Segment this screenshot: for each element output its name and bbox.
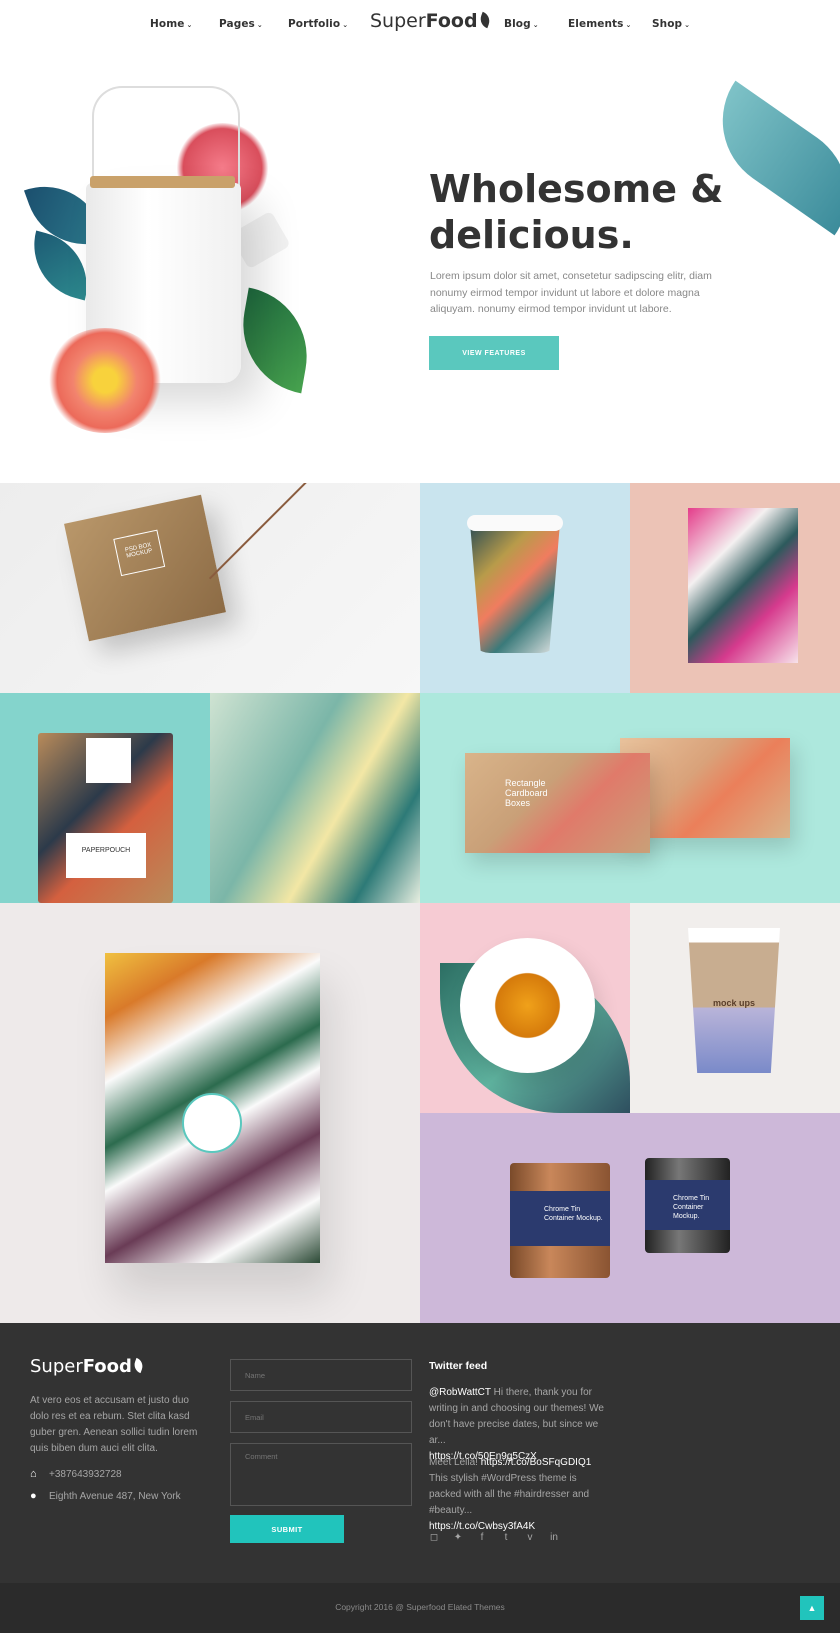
nav-item-portfolio[interactable]: Portfolio ⌄: [288, 18, 348, 30]
box-label: PSD BOX MOCKUP: [113, 529, 166, 577]
big-pouch-image: [105, 953, 320, 1263]
nav-item-elements[interactable]: Elements ⌄: [568, 18, 631, 30]
chevron-down-icon: ⌄: [625, 21, 632, 29]
pouch-label: PAPERPOUCH: [66, 833, 146, 878]
submit-button[interactable]: SUBMIT: [230, 1515, 344, 1543]
portfolio-gallery: PSD BOX MOCKUP PAPERPOUCH Rectangle Card…: [0, 483, 840, 1452]
comment-textarea[interactable]: [230, 1443, 412, 1506]
footer-bottom-bar: Copyright 2016 @ Superfood Elated Themes…: [0, 1583, 840, 1633]
nav-item-label: Pages: [219, 18, 255, 30]
tweet-item: Meet Lella! https://t.co/BoSFqGDIQ1 This…: [429, 1455, 609, 1535]
gallery-item-cup[interactable]: [420, 483, 630, 693]
nav-item-label: Portfolio: [288, 18, 341, 30]
cup-image: [470, 523, 560, 653]
tweet-link[interactable]: https://t.co/Cwbsy3fA4K: [429, 1521, 535, 1532]
tweet-link[interactable]: https://t.co/BoSFqGDIQ1: [481, 1457, 592, 1468]
gallery-item-paper-pouch[interactable]: PAPERPOUCH: [0, 693, 210, 903]
instagram-icon[interactable]: ◻: [429, 1532, 439, 1543]
tea-cup-image: [490, 968, 565, 1043]
twitter-feed-title: Twitter feed: [429, 1360, 488, 1372]
chevron-up-icon: ▲: [807, 1603, 817, 1613]
hero-text: Lorem ipsum dolor sit amet, consetetur s…: [430, 270, 712, 315]
box-label: Rectangle Cardboard Boxes: [505, 778, 548, 808]
gallery-item-leaves[interactable]: [210, 693, 420, 903]
tweet-item: @RobWattCT Hi there, thank you for writi…: [429, 1385, 609, 1465]
nav-item-label: Elements: [568, 18, 624, 30]
home-icon: ⌂: [30, 1468, 37, 1480]
cup-lid-image: [467, 515, 563, 531]
back-to-top-button[interactable]: ▲: [800, 1596, 824, 1620]
hero-section: Wholesome & delicious. Lorem ipsum dolor…: [0, 48, 840, 483]
footer-logo[interactable]: SuperFood: [30, 1356, 145, 1377]
nav-item-label: Shop: [652, 18, 683, 30]
cardboard-box-image: Rectangle Cardboard Boxes: [465, 753, 650, 853]
hero-flower-image: [45, 328, 165, 433]
name-input[interactable]: [230, 1359, 412, 1391]
location-pin-icon: ●: [30, 1490, 37, 1502]
facebook-icon[interactable]: f: [477, 1532, 487, 1543]
copyright-text: Copyright 2016 @ Superfood Elated Themes: [335, 1602, 505, 1612]
tin-label: Chrome Tin Container Mockup.: [510, 1191, 610, 1246]
tweet-text: Meet Lella!: [429, 1457, 481, 1468]
gallery-item-tins[interactable]: Chrome Tin Container Mockup. Chrome Tin …: [420, 1113, 840, 1323]
leaf-icon: [477, 11, 492, 29]
logo-text-bold: Food: [425, 10, 478, 32]
tea-logo-icon: [86, 738, 131, 783]
tweet-text: This stylish #WordPress theme is packed …: [429, 1473, 590, 1516]
linkedin-icon[interactable]: in: [549, 1532, 559, 1543]
nav-item-blog[interactable]: Blog ⌄: [504, 18, 539, 30]
hero-leaf-image: [232, 287, 318, 394]
logo-text-light: Super: [30, 1356, 83, 1377]
gallery-item-tea-cup[interactable]: [420, 903, 630, 1113]
footer-address: ● Eighth Avenue 487, New York: [30, 1490, 181, 1502]
chevron-down-icon: ⌄: [186, 21, 193, 29]
main-navigation: Home ⌄ Pages ⌄ Portfolio ⌄ SuperFood Blog ⌄ …: [0, 0, 840, 48]
gallery-item-pouch[interactable]: [630, 483, 840, 693]
nav-item-shop[interactable]: Shop ⌄: [652, 18, 690, 30]
nav-item-label: Blog: [504, 18, 531, 30]
tea-logo-icon: [182, 1093, 242, 1153]
pouch-image: [688, 508, 798, 663]
gallery-item-psd-box[interactable]: PSD BOX MOCKUP: [0, 483, 420, 693]
tin-container-image: Chrome Tin Container Mockup.: [510, 1163, 610, 1278]
tin-container-image: Chrome Tin Container Mockup.: [645, 1158, 730, 1253]
nav-item-label: Home: [150, 18, 185, 30]
paper-pouch-image: PAPERPOUCH: [38, 733, 173, 903]
site-logo[interactable]: SuperFood: [370, 10, 492, 32]
nav-item-pages[interactable]: Pages ⌄: [219, 18, 263, 30]
chevron-down-icon: ⌄: [342, 21, 349, 29]
gallery-item-big-pouch[interactable]: [0, 903, 420, 1323]
gallery-item-rectangle-boxes[interactable]: Rectangle Cardboard Boxes: [420, 693, 840, 903]
footer-phone: ⌂ +387643932728: [30, 1468, 122, 1480]
cup-label: mock ups: [712, 998, 755, 1008]
logo-text-light: Super: [370, 10, 426, 32]
address-text: Eighth Avenue 487, New York: [49, 1490, 181, 1502]
hero-title: Wholesome & delicious.: [429, 167, 724, 257]
vimeo-icon[interactable]: v: [525, 1532, 535, 1543]
footer: SuperFood At vero eos et accusam et just…: [0, 1323, 840, 1583]
coffee-cup-image: mock ups: [688, 928, 780, 1073]
leaf-icon: [131, 1357, 145, 1374]
phone-text: +387643932728: [49, 1468, 122, 1480]
logo-text-bold: Food: [82, 1356, 132, 1377]
tin-label: Chrome Tin Container Mockup.: [645, 1180, 730, 1230]
chevron-down-icon: ⌄: [532, 21, 539, 29]
tweet-handle[interactable]: @RobWattCT: [429, 1387, 491, 1398]
branch-image: [208, 483, 420, 685]
social-links: ◻ ✦ f t v in: [429, 1532, 559, 1543]
twitter-icon[interactable]: ✦: [453, 1532, 463, 1543]
gallery-item-coffee-cup[interactable]: mock ups: [630, 903, 840, 1113]
nav-item-home[interactable]: Home ⌄: [150, 18, 192, 30]
chevron-down-icon: ⌄: [684, 21, 691, 29]
kraft-box-image: PSD BOX MOCKUP: [64, 494, 226, 642]
kettle-lid-image: [90, 176, 235, 188]
view-features-button[interactable]: VIEW FEATURES: [429, 336, 559, 370]
chevron-down-icon: ⌄: [256, 21, 263, 29]
footer-about-text: At vero eos et accusam et justo duo dolo…: [30, 1395, 198, 1454]
tumblr-icon[interactable]: t: [501, 1532, 511, 1543]
email-input[interactable]: [230, 1401, 412, 1433]
